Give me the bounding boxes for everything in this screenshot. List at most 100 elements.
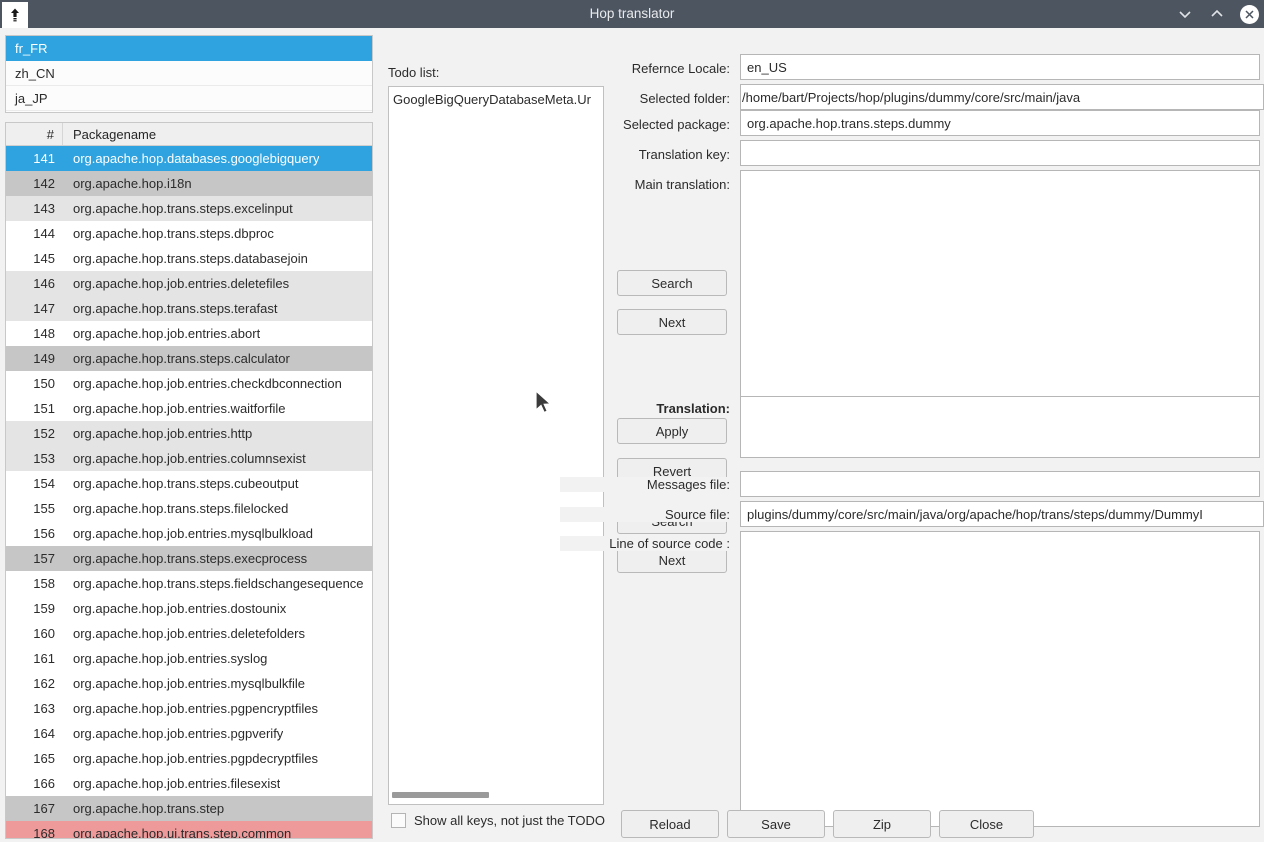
row-packagename: org.apache.hop.ui.trans.step.common <box>63 821 291 839</box>
table-row[interactable]: 167org.apache.hop.trans.step <box>6 796 372 821</box>
translation-key-input[interactable] <box>740 140 1260 166</box>
table-row[interactable]: 143org.apache.hop.trans.steps.excelinput <box>6 196 372 221</box>
table-row[interactable]: 145org.apache.hop.trans.steps.databasejo… <box>6 246 372 271</box>
row-number: 154 <box>6 471 63 496</box>
row-number: 158 <box>6 571 63 596</box>
table-row[interactable]: 162org.apache.hop.job.entries.mysqlbulkf… <box>6 671 372 696</box>
row-number: 163 <box>6 696 63 721</box>
row-number: 166 <box>6 771 63 796</box>
row-packagename: org.apache.hop.trans.steps.excelinput <box>63 196 293 221</box>
table-row[interactable]: 166org.apache.hop.job.entries.filesexist <box>6 771 372 796</box>
todo-list-label: Todo list: <box>388 65 439 80</box>
table-row[interactable]: 168org.apache.hop.ui.trans.step.common <box>6 821 372 839</box>
locale-list[interactable]: fr_FR zh_CN ja_JP <box>5 35 373 113</box>
row-number: 167 <box>6 796 63 821</box>
locale-item-label: zh_CN <box>15 66 55 81</box>
messages-file-input[interactable] <box>740 471 1260 497</box>
main-workspace: fr_FR zh_CN ja_JP # Packagename 141org.apa… <box>0 28 1264 842</box>
source-file-input[interactable]: plugins/dummy/core/src/main/java/org/apa… <box>740 501 1264 527</box>
table-row[interactable]: 149org.apache.hop.trans.steps.calculator <box>6 346 372 371</box>
row-number: 149 <box>6 346 63 371</box>
row-packagename: org.apache.hop.job.entries.dostounix <box>63 596 286 621</box>
table-row[interactable]: 159org.apache.hop.job.entries.dostounix <box>6 596 372 621</box>
row-packagename: org.apache.hop.job.entries.pgpverify <box>63 721 283 746</box>
close-button[interactable] <box>1240 5 1258 23</box>
row-packagename: org.apache.hop.job.entries.columnsexist <box>63 446 306 471</box>
row-number: 142 <box>6 171 63 196</box>
row-number: 151 <box>6 396 63 421</box>
reload-button[interactable]: Reload <box>621 810 719 838</box>
row-packagename: org.apache.hop.job.entries.abort <box>63 321 260 346</box>
row-packagename: org.apache.hop.trans.steps.dbproc <box>63 221 274 246</box>
reference-locale-input[interactable]: en_US <box>740 54 1260 80</box>
table-row[interactable]: 151org.apache.hop.job.entries.waitforfil… <box>6 396 372 421</box>
window-title: Hop translator <box>0 0 1264 28</box>
row-packagename: org.apache.hop.job.entries.syslog <box>63 646 267 671</box>
apply-button[interactable]: Apply <box>617 418 727 444</box>
package-table-header: # Packagename <box>6 123 372 146</box>
table-row[interactable]: 163org.apache.hop.job.entries.pgpencrypt… <box>6 696 372 721</box>
row-packagename: org.apache.hop.trans.step <box>63 796 224 821</box>
table-row[interactable]: 158org.apache.hop.trans.steps.fieldschan… <box>6 571 372 596</box>
table-row[interactable]: 165org.apache.hop.job.entries.pgpdecrypt… <box>6 746 372 771</box>
table-row[interactable]: 152org.apache.hop.job.entries.http <box>6 421 372 446</box>
table-row[interactable]: 154org.apache.hop.trans.steps.cubeoutput <box>6 471 372 496</box>
table-row[interactable]: 144org.apache.hop.trans.steps.dbproc <box>6 221 372 246</box>
table-row[interactable]: 160org.apache.hop.job.entries.deletefold… <box>6 621 372 646</box>
table-row[interactable]: 147org.apache.hop.trans.steps.terafast <box>6 296 372 321</box>
table-row[interactable]: 161org.apache.hop.job.entries.syslog <box>6 646 372 671</box>
minimize-button[interactable] <box>1176 5 1194 23</box>
row-packagename: org.apache.hop.job.entries.deletefolders <box>63 621 305 646</box>
row-number: 148 <box>6 321 63 346</box>
scrollbar-thumb[interactable] <box>392 792 489 798</box>
close-dialog-button[interactable]: Close <box>939 810 1034 838</box>
show-all-keys-checkbox[interactable] <box>391 813 406 828</box>
row-number: 165 <box>6 746 63 771</box>
main-translation-textarea[interactable] <box>740 170 1260 422</box>
row-number: 155 <box>6 496 63 521</box>
window-titlebar: Hop translator <box>0 0 1264 28</box>
row-packagename: org.apache.hop.trans.steps.fieldschanges… <box>63 571 364 596</box>
messages-file-label: Messages file: <box>560 477 730 492</box>
table-row[interactable]: 155org.apache.hop.trans.steps.filelocked <box>6 496 372 521</box>
next-main-button[interactable]: Next <box>617 309 727 335</box>
todo-list[interactable]: GoogleBigQueryDatabaseMeta.Ur <box>388 86 604 805</box>
row-packagename: org.apache.hop.job.entries.waitforfile <box>63 396 285 421</box>
row-number: 156 <box>6 521 63 546</box>
row-packagename: org.apache.hop.job.entries.deletefiles <box>63 271 289 296</box>
translation-key-label: Translation key: <box>560 147 730 162</box>
selected-package-label: Selected package: <box>560 117 730 132</box>
table-row[interactable]: 142org.apache.hop.i18n <box>6 171 372 196</box>
save-button[interactable]: Save <box>727 810 825 838</box>
table-row[interactable]: 157org.apache.hop.trans.steps.execproces… <box>6 546 372 571</box>
table-row[interactable]: 156org.apache.hop.job.entries.mysqlbulkl… <box>6 521 372 546</box>
row-number: 162 <box>6 671 63 696</box>
line-of-source-code-textarea[interactable] <box>740 531 1260 827</box>
table-row[interactable]: 148org.apache.hop.job.entries.abort <box>6 321 372 346</box>
table-row[interactable]: 164org.apache.hop.job.entries.pgpverify <box>6 721 372 746</box>
search-main-button[interactable]: Search <box>617 270 727 296</box>
row-number: 152 <box>6 421 63 446</box>
selected-folder-label: Selected folder: <box>560 91 730 106</box>
todo-list-horizontal-scrollbar[interactable] <box>392 792 600 800</box>
row-number: 164 <box>6 721 63 746</box>
table-row[interactable]: 153org.apache.hop.job.entries.columnsexi… <box>6 446 372 471</box>
package-table[interactable]: # Packagename 141org.apache.hop.database… <box>5 122 373 839</box>
show-all-keys-checkbox-row[interactable]: Show all keys, not just the TODO <box>391 813 609 828</box>
maximize-button[interactable] <box>1208 5 1226 23</box>
row-packagename: org.apache.hop.trans.steps.cubeoutput <box>63 471 299 496</box>
close-icon <box>1240 5 1259 24</box>
table-row[interactable]: 146org.apache.hop.job.entries.deletefile… <box>6 271 372 296</box>
locale-item[interactable]: fr_FR <box>6 36 372 61</box>
row-packagename: org.apache.hop.job.entries.checkdbconnec… <box>63 371 342 396</box>
locale-item[interactable]: ja_JP <box>6 86 372 111</box>
table-row[interactable]: 141org.apache.hop.databases.googlebigque… <box>6 146 372 171</box>
translation-textarea[interactable] <box>740 396 1260 458</box>
locale-item[interactable]: zh_CN <box>6 61 372 86</box>
selected-folder-input[interactable]: /home/bart/Projects/hop/plugins/dummy/co… <box>740 84 1264 110</box>
row-packagename: org.apache.hop.i18n <box>63 171 192 196</box>
zip-button[interactable]: Zip <box>833 810 931 838</box>
package-table-body: 141org.apache.hop.databases.googlebigque… <box>6 146 372 839</box>
table-row[interactable]: 150org.apache.hop.job.entries.checkdbcon… <box>6 371 372 396</box>
selected-package-input[interactable]: org.apache.hop.trans.steps.dummy <box>740 110 1260 136</box>
